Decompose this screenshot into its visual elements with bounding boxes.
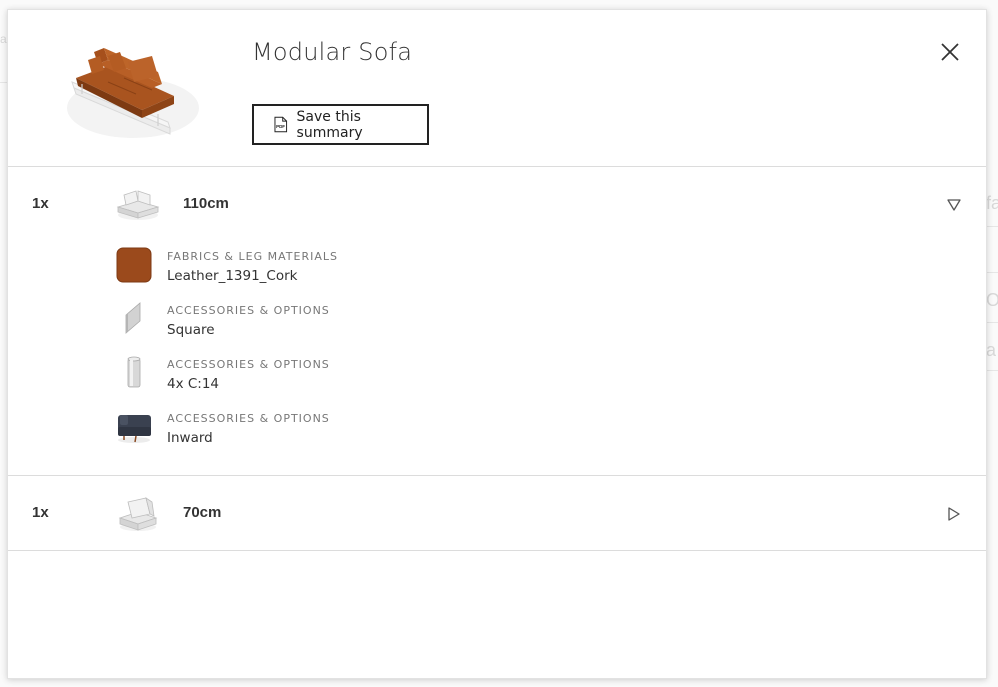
page-title: Modular Sofa [252,38,413,66]
detail-accessory-legs: ACCESSORIES & OPTIONS 4x C:14 [8,355,986,409]
background-text-fragment: fa [986,193,998,213]
detail-category: ACCESSORIES & OPTIONS [167,412,330,425]
detail-category: FABRICS & LEG MATERIALS [167,250,338,263]
sofa-module-thumbnail [118,497,158,531]
detail-category: ACCESSORIES & OPTIONS [167,304,330,317]
collapse-triangle-icon[interactable] [946,197,962,213]
detail-value: Inward [167,430,213,446]
svg-text:PDF: PDF [276,124,285,129]
item-header-70cm[interactable]: 1x 70cm [8,476,986,550]
background-text-fragment: a [986,340,997,360]
list-item: 1x 110cm FABRICS & LEG MATERIALS Leather… [8,167,986,476]
sofa-preview-image [67,48,199,138]
close-icon[interactable] [938,40,962,64]
detail-category: ACCESSORIES & OPTIONS [167,358,330,371]
pdf-icon: PDF [274,116,288,133]
item-header-110cm[interactable]: 1x 110cm [8,167,986,243]
detail-value: 4x C:14 [167,376,220,392]
summary-modal: Modular Sofa PDF Save this summary 1x 11… [7,9,987,679]
background-text-fragment: Op [986,290,998,310]
item-quantity: 1x [32,195,49,212]
item-size: 110cm [183,195,229,212]
modal-header: Modular Sofa PDF Save this summary [8,10,986,167]
save-summary-button[interactable]: PDF Save this summary [252,104,429,145]
detail-fabric: FABRICS & LEG MATERIALS Leather_1391_Cor… [8,247,986,301]
detail-value: Square [167,322,215,338]
detail-accessory-square: ACCESSORIES & OPTIONS Square [8,301,986,355]
item-details: FABRICS & LEG MATERIALS Leather_1391_Cor… [8,243,986,475]
detail-value: Leather_1391_Cork [167,268,298,284]
item-size: 70cm [183,504,222,521]
square-panel-icon [125,302,141,334]
cylinder-leg-icon [127,356,141,388]
leather-swatch-icon [116,247,152,283]
expand-triangle-icon[interactable] [946,506,962,522]
item-quantity: 1x [32,504,49,521]
detail-accessory-armrest: ACCESSORIES & OPTIONS Inward [8,409,986,463]
sofa-module-thumbnail [116,190,160,220]
list-item: 1x 70cm [8,476,986,551]
armrest-icon [118,415,151,443]
save-summary-label: Save this summary [296,108,363,141]
